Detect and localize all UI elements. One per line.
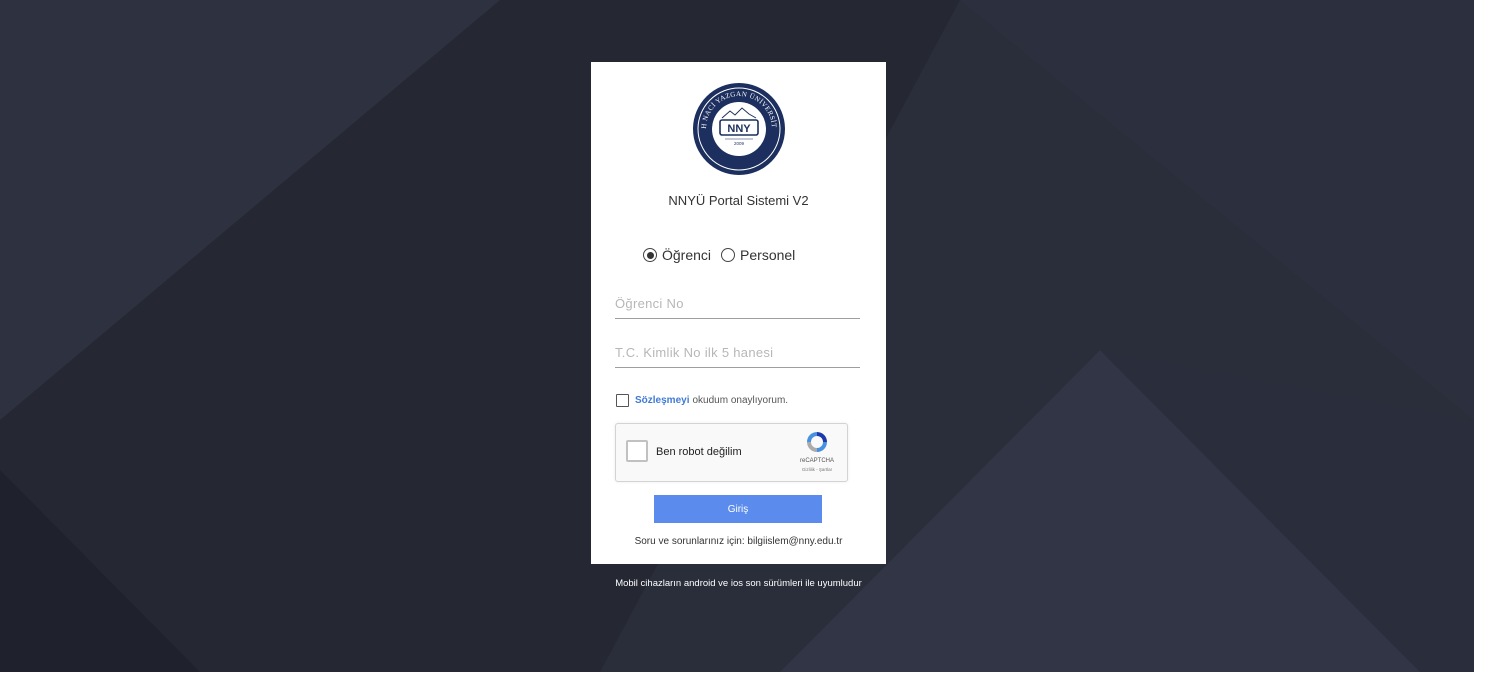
recaptcha-brand: reCAPTCHA [799, 458, 834, 464]
portal-title: NNYÜ Portal Sistemi V2 [668, 193, 809, 208]
logo-year: 2009 [734, 141, 745, 146]
login-button[interactable]: Giriş [654, 495, 822, 523]
user-type-selector: Öğrenci Personel [643, 247, 805, 263]
recaptcha-label: Ben robot değilim [656, 446, 742, 458]
student-no-input[interactable] [615, 289, 860, 319]
university-logo: NUH NACİ YAZGAN ÜNİVERSİTESİ KAYSERİ NNY… [692, 82, 785, 175]
radio-personel[interactable] [721, 248, 736, 262]
agreement-link[interactable]: Sözleşmeyi [635, 395, 689, 406]
login-card: NUH NACİ YAZGAN ÜNİVERSİTESİ KAYSERİ NNY… [591, 62, 886, 564]
radio-ogrenci-label[interactable]: Öğrenci [662, 247, 711, 263]
recaptcha-checkbox[interactable] [626, 440, 648, 462]
logo-abbr: NNY [727, 123, 751, 135]
contact-info: Soru ve sorunlarınız için: bilgiislem@nn… [634, 536, 843, 547]
recaptcha-widget: Ben robot değilim reCAPTCHA Gizlilik - Ş… [615, 423, 848, 482]
recaptcha-terms[interactable]: Gizlilik - Şartlar [787, 467, 847, 472]
agreement-row: Sözleşmeyi okudum onaylıyorum. [616, 394, 788, 407]
mobile-compat-note: Mobil cihazların android ve ios son sürü… [615, 578, 862, 589]
tc-no-input[interactable] [615, 338, 860, 368]
agreement-text: okudum onaylıyorum. [692, 395, 789, 406]
agreement-checkbox[interactable] [616, 394, 629, 407]
recaptcha-icon [807, 432, 827, 452]
radio-ogrenci[interactable] [643, 248, 657, 262]
radio-personel-label[interactable]: Personel [740, 247, 795, 263]
